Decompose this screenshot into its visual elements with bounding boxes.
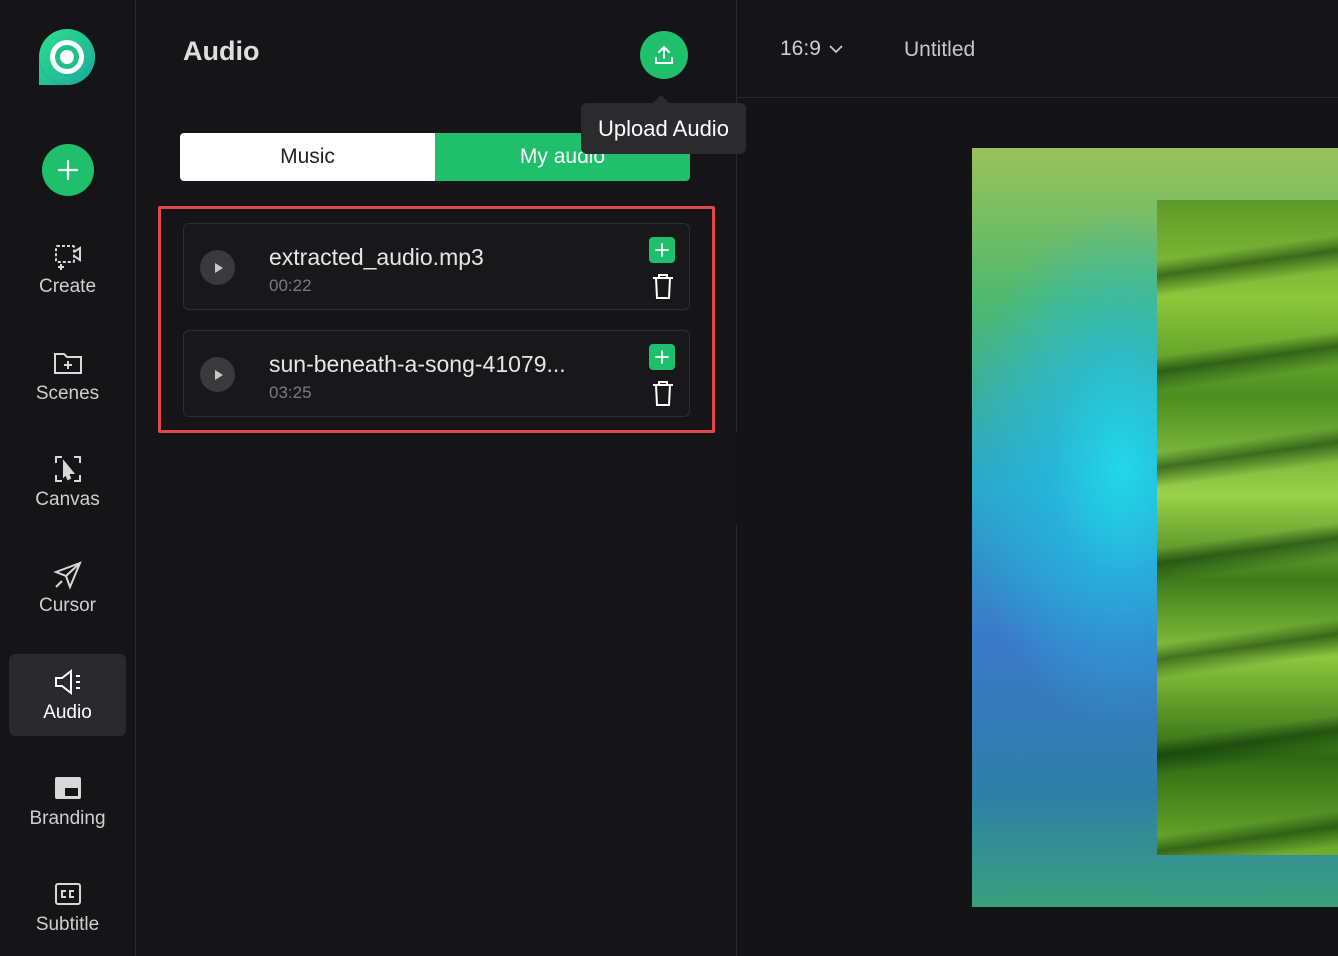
trash-icon[interactable]	[650, 272, 676, 300]
canvas-background[interactable]	[972, 148, 1338, 907]
nav-label-audio: Audio	[43, 702, 92, 723]
nav-create[interactable]: Create	[9, 228, 126, 310]
document-title[interactable]: Untitled	[904, 38, 975, 62]
audio-file-duration: 00:22	[269, 276, 312, 295]
audio-file-item[interactable]: extracted_audio.mp3 00:22	[183, 223, 690, 310]
audio-file-item[interactable]: sun-beneath-a-song-41079... 03:25	[183, 330, 690, 417]
play-icon	[214, 262, 223, 273]
canvas-select-icon	[54, 456, 81, 482]
panel-title: Audio	[183, 36, 260, 66]
aspect-ratio-select[interactable]: 16:9	[780, 37, 843, 61]
editor-topbar: 16:9 Untitled	[737, 0, 1338, 98]
speaker-icon	[54, 668, 80, 696]
plus-icon	[655, 243, 669, 257]
new-project-button[interactable]	[42, 144, 94, 196]
scene-image[interactable]	[1157, 200, 1338, 855]
nav-branding[interactable]: Branding	[9, 760, 126, 842]
nav-cursor[interactable]: Cursor	[9, 547, 126, 629]
nav-label-scenes: Scenes	[35, 383, 100, 404]
nav-label-branding: Branding	[29, 808, 106, 829]
branding-icon	[54, 777, 81, 799]
upload-audio-tooltip: Upload Audio	[581, 95, 746, 154]
nav-label-canvas: Canvas	[35, 489, 100, 510]
create-video-icon	[54, 245, 81, 270]
upload-audio-button[interactable]	[640, 31, 688, 79]
nav-label-cursor: Cursor	[38, 595, 96, 616]
plus-icon	[655, 350, 669, 364]
audio-panel: Audio Upload Audio Music My audio extrac…	[136, 0, 746, 956]
nav-audio[interactable]: Audio	[9, 654, 126, 736]
play-button[interactable]	[200, 250, 235, 285]
play-button[interactable]	[200, 357, 235, 392]
aspect-ratio-value: 16:9	[780, 37, 821, 60]
cc-subtitle-icon	[54, 883, 81, 905]
nav-label-create: Create	[38, 276, 97, 297]
add-to-timeline-button[interactable]	[649, 344, 675, 370]
nav-canvas[interactable]: Canvas	[9, 441, 126, 523]
nav-scenes[interactable]: Scenes	[9, 335, 126, 417]
left-rail: Create Scenes Canvas Cursor Audio Brandi…	[0, 0, 136, 956]
nav-subtitle[interactable]: Subtitle	[9, 866, 126, 948]
nav-label-subtitle: Subtitle	[35, 914, 100, 935]
tab-music[interactable]: Music	[180, 133, 435, 181]
cursor-arrow-icon	[52, 561, 82, 590]
audio-file-name: extracted_audio.mp3	[269, 244, 484, 270]
add-to-timeline-button[interactable]	[649, 237, 675, 263]
canvas-area	[737, 98, 1338, 956]
audio-file-name: sun-beneath-a-song-41079...	[269, 351, 566, 377]
play-icon	[214, 369, 223, 380]
audio-file-duration: 03:25	[269, 383, 312, 402]
app-logo	[39, 29, 95, 85]
trash-icon[interactable]	[650, 379, 676, 407]
upload-icon	[655, 45, 673, 64]
scenes-folder-icon	[53, 353, 82, 374]
chevron-down-icon	[829, 45, 843, 54]
plus-icon	[57, 159, 79, 181]
